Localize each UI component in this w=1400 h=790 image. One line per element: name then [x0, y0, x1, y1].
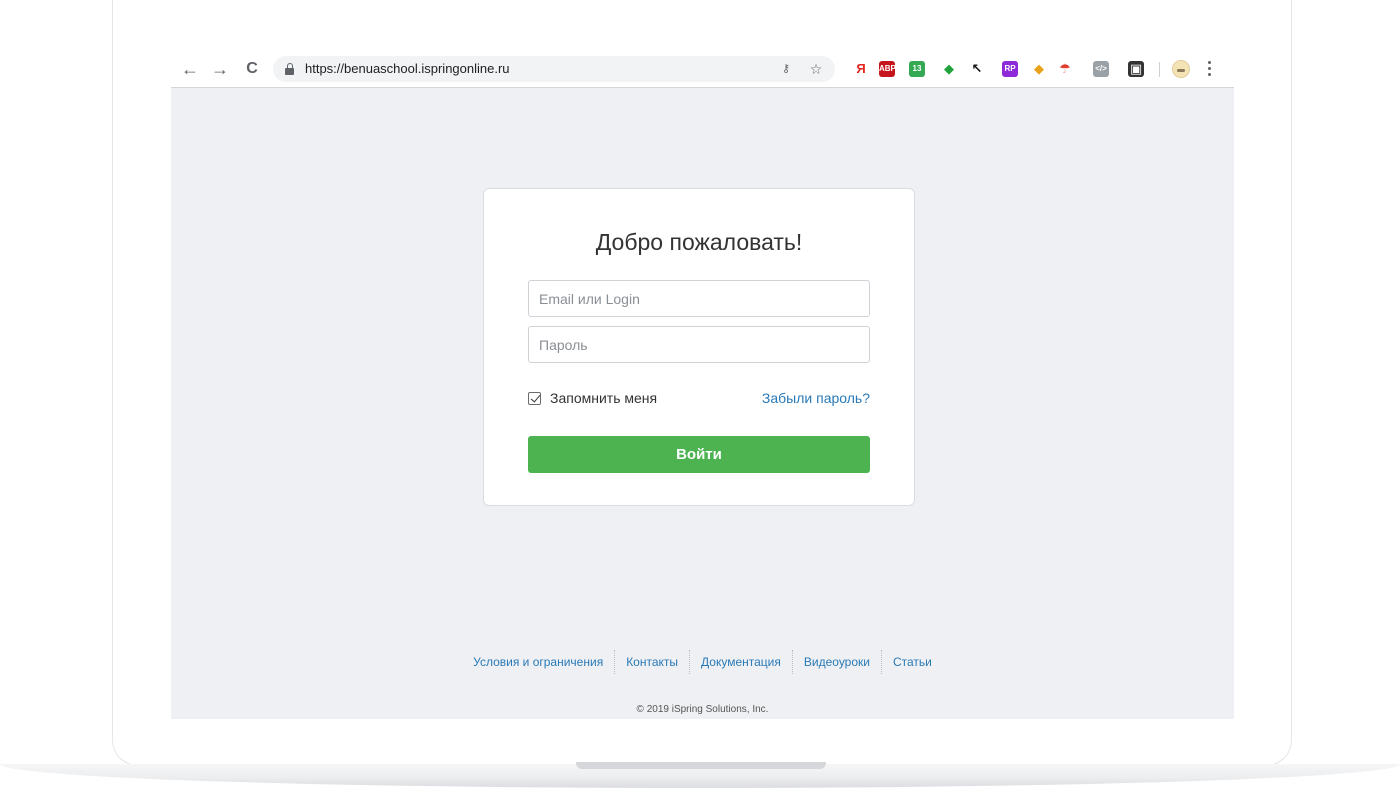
checkbox-checked-icon[interactable]: [528, 391, 541, 405]
umbrella-extension-icon[interactable]: ☂: [1057, 61, 1073, 77]
dark-reader-icon[interactable]: ▣: [1128, 61, 1144, 77]
pointer-extension-icon[interactable]: ↖: [969, 61, 985, 77]
footer-link-terms[interactable]: Условия и ограничения: [462, 650, 614, 674]
remember-me-label: Запомнить меня: [550, 390, 658, 406]
address-bar[interactable]: https://benuaschool.ispringonline.ru ⚷ ☆: [273, 56, 835, 82]
forward-arrow-icon[interactable]: →: [209, 58, 231, 80]
more-menu-icon[interactable]: [1207, 61, 1213, 77]
toolbar-divider: [1159, 62, 1160, 77]
footer-link-articles[interactable]: Статьи: [880, 650, 943, 674]
browser-toolbar: ← → C https://benuaschool.ispringonline.…: [171, 50, 1234, 88]
browser-window: ← → C https://benuaschool.ispringonline.…: [171, 50, 1234, 719]
login-button[interactable]: Войти: [528, 436, 870, 473]
evernote-icon[interactable]: ◆: [941, 61, 957, 77]
reload-icon[interactable]: C: [241, 58, 263, 80]
adblock-plus-icon[interactable]: ABP: [879, 61, 896, 77]
yandex-icon[interactable]: Я: [853, 61, 869, 77]
profile-avatar-icon[interactable]: [1172, 60, 1190, 78]
key-icon[interactable]: ⚷: [777, 60, 795, 78]
footer-link-videos[interactable]: Видеоуроки: [791, 650, 881, 674]
star-bookmark-icon[interactable]: ☆: [807, 60, 825, 78]
copyright-text: © 2019 iSpring Solutions, Inc.: [636, 704, 769, 715]
login-card: Добро пожаловать! Запомнить меня Забыли …: [483, 188, 915, 506]
footer-link-docs[interactable]: Документация: [689, 650, 792, 674]
page-title: Добро пожаловать!: [595, 229, 803, 255]
rp-extension-icon[interactable]: RP: [1002, 61, 1018, 77]
laptop-notch: [576, 762, 826, 769]
forgot-password-link[interactable]: Забыли пароль?: [762, 390, 870, 406]
footer-link-contacts[interactable]: Контакты: [614, 650, 689, 674]
green-circle-extension-icon[interactable]: 13: [909, 61, 925, 77]
footer-links: Условия и ограничения Контакты Документа…: [171, 650, 1234, 674]
remember-me-checkbox[interactable]: Запомнить меня: [528, 389, 657, 407]
password-field[interactable]: [528, 326, 870, 363]
lock-icon: [285, 63, 294, 75]
back-arrow-icon[interactable]: ←: [179, 58, 201, 80]
code-extension-icon[interactable]: </>: [1093, 61, 1109, 77]
color-picker-icon[interactable]: ◆: [1031, 61, 1047, 77]
email-field[interactable]: [528, 280, 870, 317]
url-text: https://benuaschool.ispringonline.ru: [305, 61, 510, 76]
